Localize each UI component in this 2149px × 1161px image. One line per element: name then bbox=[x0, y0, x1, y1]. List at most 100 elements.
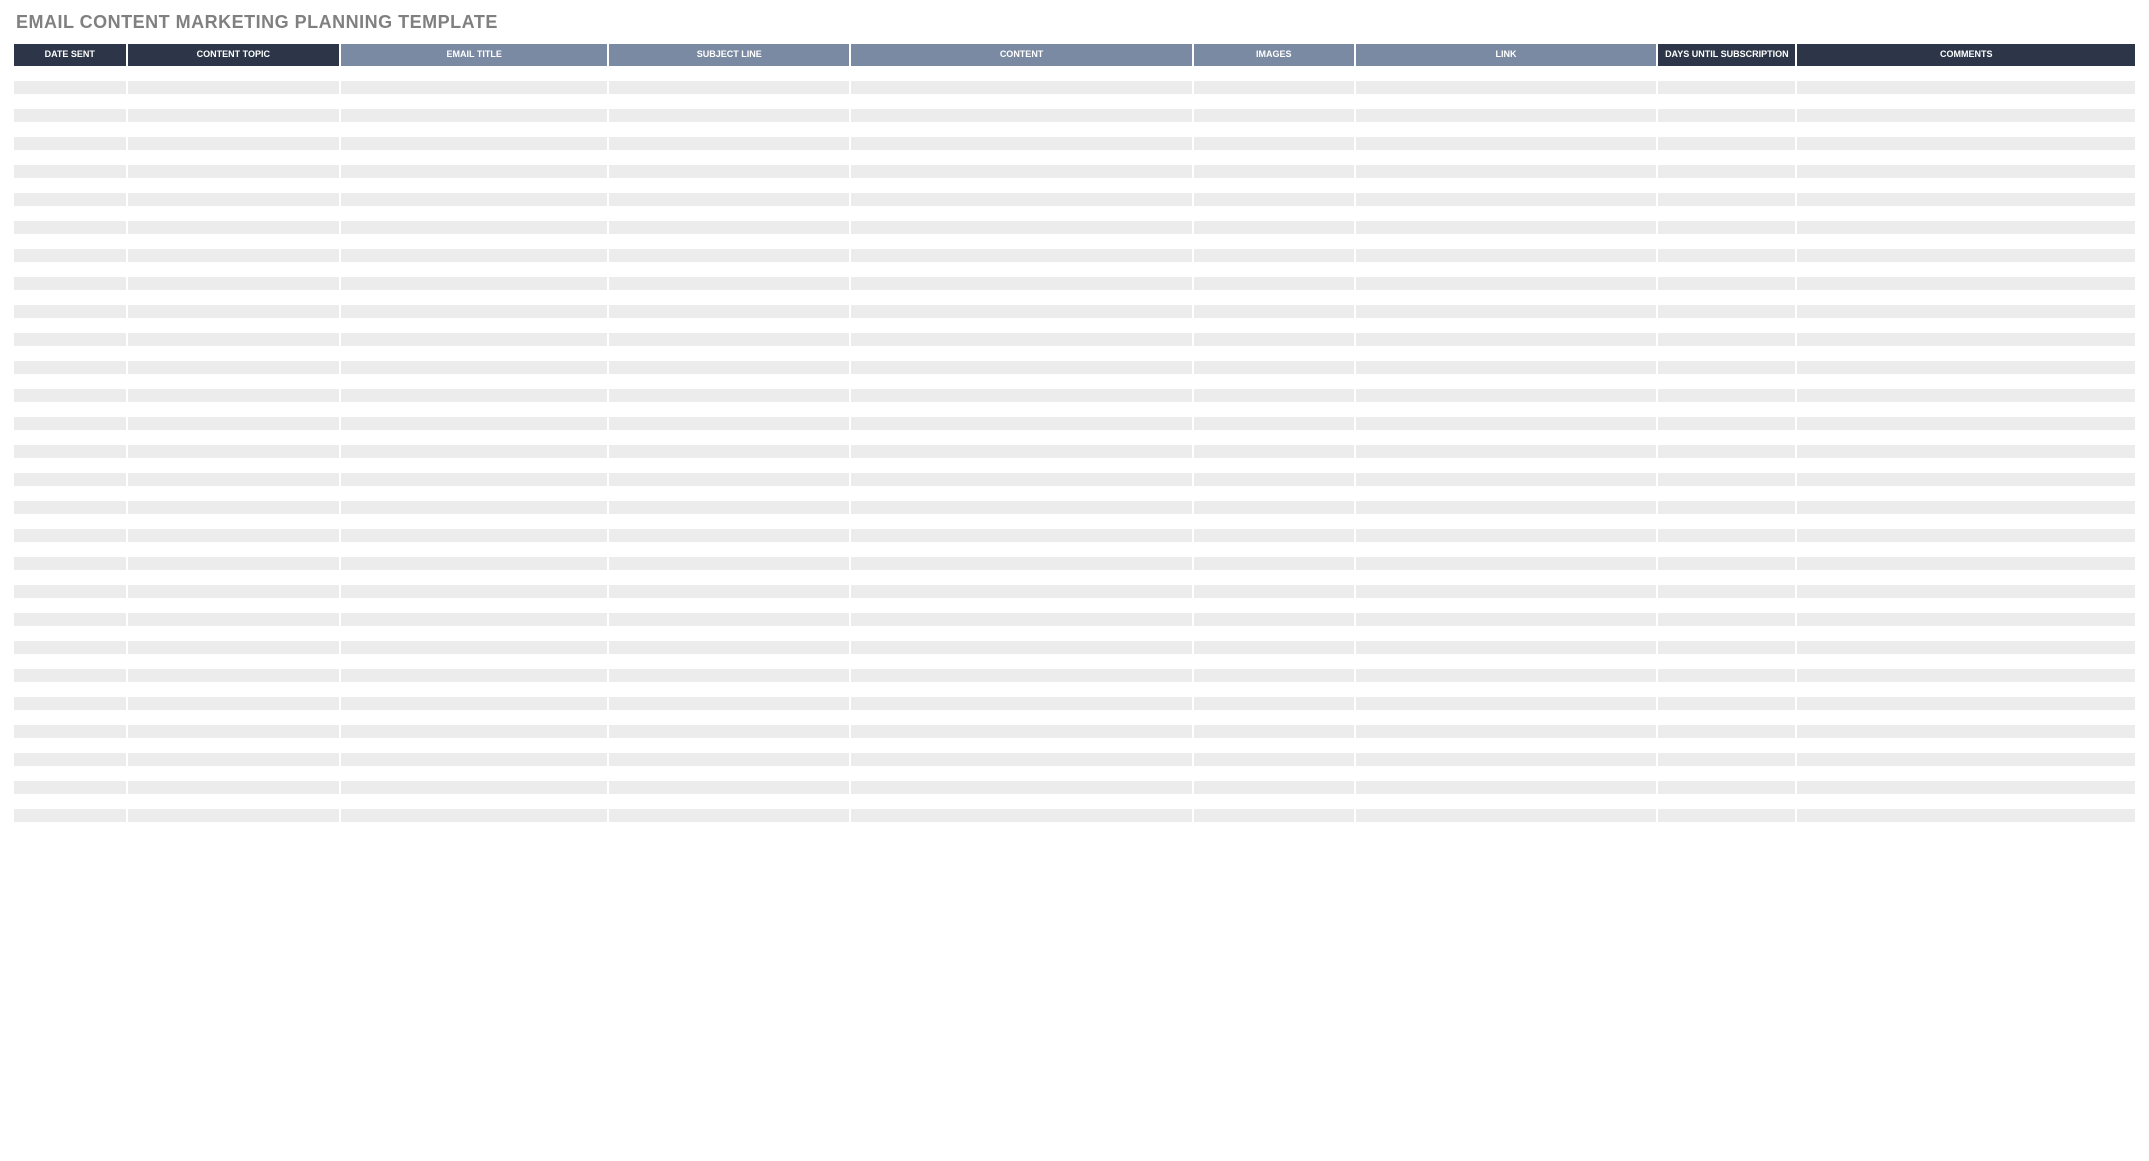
table-cell[interactable] bbox=[609, 305, 849, 318]
table-cell[interactable] bbox=[341, 767, 607, 780]
table-cell[interactable] bbox=[851, 571, 1191, 584]
table-cell[interactable] bbox=[14, 641, 126, 654]
table-cell[interactable] bbox=[128, 389, 340, 402]
table-cell[interactable] bbox=[128, 207, 340, 220]
table-cell[interactable] bbox=[1194, 543, 1354, 556]
table-cell[interactable] bbox=[14, 291, 126, 304]
table-cell[interactable] bbox=[609, 627, 849, 640]
table-cell[interactable] bbox=[128, 781, 340, 794]
table-cell[interactable] bbox=[851, 529, 1191, 542]
table-cell[interactable] bbox=[1356, 669, 1656, 682]
table-row[interactable] bbox=[14, 669, 2135, 682]
table-cell[interactable] bbox=[1356, 767, 1656, 780]
table-cell[interactable] bbox=[1194, 753, 1354, 766]
table-cell[interactable] bbox=[341, 655, 607, 668]
table-cell[interactable] bbox=[1356, 557, 1656, 570]
table-cell[interactable] bbox=[128, 627, 340, 640]
table-cell[interactable] bbox=[1797, 459, 2135, 472]
table-cell[interactable] bbox=[1194, 627, 1354, 640]
table-cell[interactable] bbox=[1194, 403, 1354, 416]
table-cell[interactable] bbox=[1356, 641, 1656, 654]
table-cell[interactable] bbox=[1194, 711, 1354, 724]
table-row[interactable] bbox=[14, 221, 2135, 234]
table-cell[interactable] bbox=[128, 585, 340, 598]
table-cell[interactable] bbox=[1356, 249, 1656, 262]
table-cell[interactable] bbox=[1658, 165, 1795, 178]
table-cell[interactable] bbox=[1356, 445, 1656, 458]
table-cell[interactable] bbox=[1797, 249, 2135, 262]
table-cell[interactable] bbox=[128, 809, 340, 822]
table-row[interactable] bbox=[14, 725, 2135, 738]
table-cell[interactable] bbox=[128, 179, 340, 192]
table-cell[interactable] bbox=[341, 347, 607, 360]
table-cell[interactable] bbox=[14, 151, 126, 164]
table-cell[interactable] bbox=[1797, 361, 2135, 374]
table-cell[interactable] bbox=[1194, 725, 1354, 738]
table-cell[interactable] bbox=[609, 683, 849, 696]
table-cell[interactable] bbox=[128, 375, 340, 388]
table-cell[interactable] bbox=[851, 459, 1191, 472]
table-cell[interactable] bbox=[851, 305, 1191, 318]
table-cell[interactable] bbox=[1194, 319, 1354, 332]
table-cell[interactable] bbox=[341, 613, 607, 626]
table-cell[interactable] bbox=[341, 431, 607, 444]
table-cell[interactable] bbox=[609, 333, 849, 346]
table-cell[interactable] bbox=[341, 417, 607, 430]
table-cell[interactable] bbox=[341, 571, 607, 584]
table-cell[interactable] bbox=[1356, 711, 1656, 724]
table-row[interactable] bbox=[14, 487, 2135, 500]
table-cell[interactable] bbox=[14, 95, 126, 108]
table-cell[interactable] bbox=[1356, 67, 1656, 80]
table-row[interactable] bbox=[14, 795, 2135, 808]
table-cell[interactable] bbox=[1658, 571, 1795, 584]
table-row[interactable] bbox=[14, 529, 2135, 542]
table-cell[interactable] bbox=[609, 697, 849, 710]
table-cell[interactable] bbox=[128, 123, 340, 136]
table-cell[interactable] bbox=[1356, 543, 1656, 556]
table-row[interactable] bbox=[14, 585, 2135, 598]
table-row[interactable] bbox=[14, 613, 2135, 626]
table-cell[interactable] bbox=[1797, 697, 2135, 710]
table-cell[interactable] bbox=[851, 641, 1191, 654]
table-cell[interactable] bbox=[128, 291, 340, 304]
table-cell[interactable] bbox=[1797, 431, 2135, 444]
table-row[interactable] bbox=[14, 809, 2135, 822]
table-cell[interactable] bbox=[1797, 543, 2135, 556]
table-row[interactable] bbox=[14, 753, 2135, 766]
table-cell[interactable] bbox=[1797, 137, 2135, 150]
table-cell[interactable] bbox=[1356, 291, 1656, 304]
table-cell[interactable] bbox=[1194, 473, 1354, 486]
table-cell[interactable] bbox=[341, 277, 607, 290]
table-cell[interactable] bbox=[851, 697, 1191, 710]
table-cell[interactable] bbox=[14, 123, 126, 136]
table-cell[interactable] bbox=[1356, 459, 1656, 472]
table-cell[interactable] bbox=[341, 809, 607, 822]
table-cell[interactable] bbox=[1356, 361, 1656, 374]
table-cell[interactable] bbox=[128, 109, 340, 122]
table-cell[interactable] bbox=[1356, 431, 1656, 444]
table-cell[interactable] bbox=[1194, 683, 1354, 696]
table-cell[interactable] bbox=[1658, 697, 1795, 710]
table-cell[interactable] bbox=[609, 529, 849, 542]
table-cell[interactable] bbox=[609, 193, 849, 206]
table-row[interactable] bbox=[14, 501, 2135, 514]
table-cell[interactable] bbox=[341, 81, 607, 94]
table-cell[interactable] bbox=[609, 417, 849, 430]
table-row[interactable] bbox=[14, 571, 2135, 584]
table-cell[interactable] bbox=[609, 767, 849, 780]
table-cell[interactable] bbox=[1797, 725, 2135, 738]
table-row[interactable] bbox=[14, 95, 2135, 108]
table-cell[interactable] bbox=[128, 249, 340, 262]
table-cell[interactable] bbox=[14, 627, 126, 640]
table-cell[interactable] bbox=[341, 249, 607, 262]
table-cell[interactable] bbox=[128, 599, 340, 612]
table-cell[interactable] bbox=[851, 361, 1191, 374]
table-cell[interactable] bbox=[128, 165, 340, 178]
table-cell[interactable] bbox=[341, 375, 607, 388]
table-cell[interactable] bbox=[1658, 137, 1795, 150]
table-row[interactable] bbox=[14, 193, 2135, 206]
table-row[interactable] bbox=[14, 319, 2135, 332]
table-row[interactable] bbox=[14, 599, 2135, 612]
table-cell[interactable] bbox=[14, 655, 126, 668]
table-cell[interactable] bbox=[851, 95, 1191, 108]
